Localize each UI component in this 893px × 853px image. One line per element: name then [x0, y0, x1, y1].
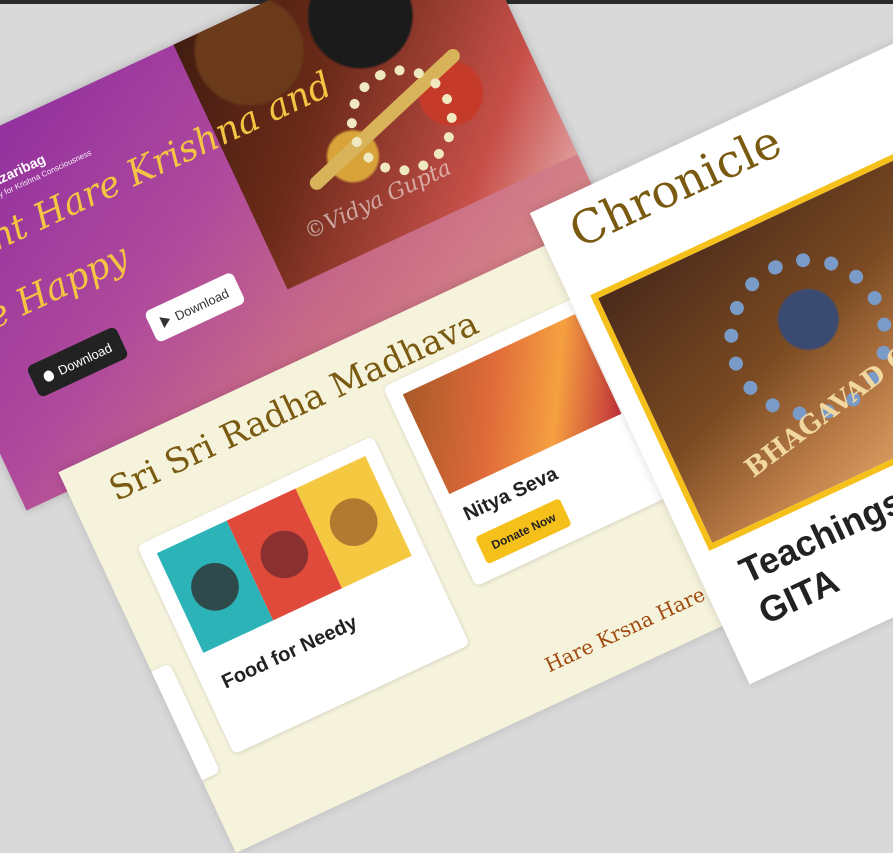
food-for-needy-image: [156, 456, 412, 653]
play-store-download-label: Download: [172, 285, 232, 324]
japa-beads-shape: [696, 225, 893, 449]
garland-shape: [328, 47, 475, 194]
play-store-download-button[interactable]: Download: [143, 271, 246, 344]
apple-icon: [41, 368, 56, 383]
app-store-download-label: Download: [55, 339, 115, 378]
play-store-icon: [159, 313, 173, 329]
app-store-download-button[interactable]: Download: [25, 325, 129, 399]
